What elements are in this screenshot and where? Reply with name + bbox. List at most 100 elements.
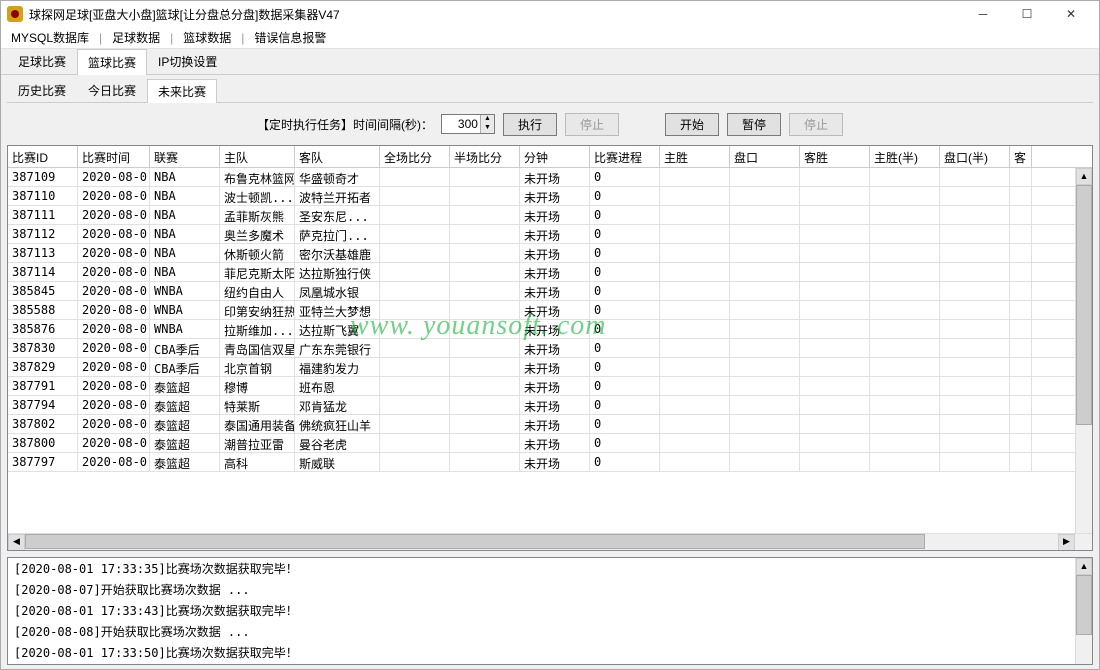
cell: 未开场 <box>520 206 590 224</box>
horizontal-scrollbar[interactable]: ◀ ▶ <box>8 533 1092 550</box>
execute-button[interactable]: 执行 <box>503 113 557 136</box>
cell: 孟菲斯灰熊 <box>220 206 295 224</box>
cell <box>380 339 450 357</box>
col-header[interactable]: 客队 <box>295 146 380 167</box>
cell <box>380 206 450 224</box>
log-scroll-thumb[interactable] <box>1076 575 1092 635</box>
cell <box>380 282 450 300</box>
table-row[interactable]: 3877912020-08-0...泰篮超穆博班布恩未开场0 <box>8 377 1092 396</box>
table-row[interactable]: 3871142020-08-0...NBA菲尼克斯太阳达拉斯独行侠未开场0 <box>8 263 1092 282</box>
cell <box>940 415 1010 433</box>
col-header[interactable]: 盘口(半) <box>940 146 1010 167</box>
cell <box>450 339 520 357</box>
col-header[interactable]: 比赛ID <box>8 146 78 167</box>
table-row[interactable]: 3855882020-08-0...WNBA印第安纳狂热亚特兰大梦想未开场0 <box>8 301 1092 320</box>
cell <box>1010 453 1032 471</box>
cell: 泰篮超 <box>150 415 220 433</box>
cell <box>450 396 520 414</box>
spin-up-icon[interactable]: ▲ <box>480 115 494 124</box>
menu-mysql[interactable]: MYSQL数据库 <box>5 27 95 48</box>
table-row[interactable]: 3878292020-08-0...CBA季后北京首钢福建豹发力未开场0 <box>8 358 1092 377</box>
subtab-history[interactable]: 历史比赛 <box>7 78 77 102</box>
cell: 未开场 <box>520 301 590 319</box>
col-header[interactable]: 客 <box>1010 146 1032 167</box>
tab-basketball[interactable]: 篮球比赛 <box>77 49 147 75</box>
table-row[interactable]: 3878302020-08-0...CBA季后青岛国信双星广东东莞银行未开场0 <box>8 339 1092 358</box>
cell <box>800 244 870 262</box>
table-row[interactable]: 3858762020-08-0...WNBA拉斯维加...达拉斯飞翼未开场0 <box>8 320 1092 339</box>
table-row[interactable]: 3878022020-08-0...泰篮超泰国通用装备佛统疯狂山羊未开场0 <box>8 415 1092 434</box>
cell: 0 <box>590 320 660 338</box>
cell <box>1010 187 1032 205</box>
table-row[interactable]: 3877942020-08-0...泰篮超特莱斯邓肯猛龙未开场0 <box>8 396 1092 415</box>
start-button[interactable]: 开始 <box>665 113 719 136</box>
col-header[interactable]: 盘口 <box>730 146 800 167</box>
col-header[interactable]: 分钟 <box>520 146 590 167</box>
cell <box>730 301 800 319</box>
menu-football[interactable]: 足球数据 <box>106 27 166 48</box>
scroll-left-icon[interactable]: ◀ <box>8 534 25 551</box>
interval-spinner[interactable]: ▲ ▼ <box>441 114 495 134</box>
col-header[interactable]: 联赛 <box>150 146 220 167</box>
col-header[interactable]: 客胜 <box>800 146 870 167</box>
cell: 2020-08-0... <box>78 244 150 262</box>
menu-basketball[interactable]: 篮球数据 <box>177 27 237 48</box>
cell: 未开场 <box>520 396 590 414</box>
cell: 2020-08-0... <box>78 282 150 300</box>
minimize-button[interactable]: ─ <box>961 1 1005 27</box>
cell: CBA季后 <box>150 358 220 376</box>
table-row[interactable]: 3858452020-08-0...WNBA纽约自由人凤凰城水银未开场0 <box>8 282 1092 301</box>
cell <box>800 396 870 414</box>
log-scroll-up-icon[interactable]: ▲ <box>1076 558 1092 575</box>
scroll-up-icon[interactable]: ▲ <box>1076 168 1092 185</box>
cell: 泰篮超 <box>150 453 220 471</box>
cell: 密尔沃基雄鹿 <box>295 244 380 262</box>
col-header[interactable]: 比赛进程 <box>590 146 660 167</box>
col-header[interactable]: 半场比分 <box>450 146 520 167</box>
cell: 休斯顿火箭 <box>220 244 295 262</box>
maximize-button[interactable]: ☐ <box>1005 1 1049 27</box>
tab-football[interactable]: 足球比赛 <box>7 48 77 74</box>
tab-ip-switch[interactable]: IP切换设置 <box>147 48 228 74</box>
cell <box>800 453 870 471</box>
log-scrollbar[interactable]: ▲ <box>1075 558 1092 664</box>
menu-error[interactable]: 错误信息报警 <box>248 27 332 48</box>
window-title: 球探网足球[亚盘大小盘]篮球[让分盘总分盘]数据采集器V47 <box>29 6 961 23</box>
table-row[interactable]: 3877972020-08-0...泰篮超高科斯威联未开场0 <box>8 453 1092 472</box>
table-row[interactable]: 3871132020-08-0...NBA休斯顿火箭密尔沃基雄鹿未开场0 <box>8 244 1092 263</box>
cell: 印第安纳狂热 <box>220 301 295 319</box>
table-row[interactable]: 3878002020-08-0...泰篮超潮普拉亚雷曼谷老虎未开场0 <box>8 434 1092 453</box>
cell: 青岛国信双星 <box>220 339 295 357</box>
log-line: [2020-08-01 17:33:43]比赛场次数据获取完毕！ <box>8 600 1092 621</box>
cell: 0 <box>590 415 660 433</box>
pause-button[interactable]: 暂停 <box>727 113 781 136</box>
cell: 385588 <box>8 301 78 319</box>
cell: 2020-08-0... <box>78 415 150 433</box>
close-button[interactable]: ✕ <box>1049 1 1093 27</box>
vertical-scrollbar[interactable]: ▲ <box>1075 168 1092 533</box>
cell <box>660 339 730 357</box>
hscroll-thumb[interactable] <box>25 534 925 549</box>
spin-down-icon[interactable]: ▼ <box>480 124 494 133</box>
col-header[interactable]: 主胜 <box>660 146 730 167</box>
col-header[interactable]: 全场比分 <box>380 146 450 167</box>
col-header[interactable]: 主队 <box>220 146 295 167</box>
subtab-today[interactable]: 今日比赛 <box>77 78 147 102</box>
interval-input[interactable] <box>442 117 480 131</box>
col-header[interactable]: 主胜(半) <box>870 146 940 167</box>
scroll-right-icon[interactable]: ▶ <box>1058 534 1075 551</box>
cell: 华盛顿奇才 <box>295 168 380 186</box>
cell: 0 <box>590 282 660 300</box>
scroll-thumb[interactable] <box>1076 185 1092 425</box>
cell: 凤凰城水银 <box>295 282 380 300</box>
stop2-button[interactable]: 停止 <box>789 113 843 136</box>
col-header[interactable]: 比赛时间 <box>78 146 150 167</box>
table-row[interactable]: 3871102020-08-0...NBA波士顿凯...波特兰开拓者未开场0 <box>8 187 1092 206</box>
cell <box>1010 168 1032 186</box>
subtab-future[interactable]: 未来比赛 <box>147 79 217 103</box>
cell: 385876 <box>8 320 78 338</box>
stop1-button[interactable]: 停止 <box>565 113 619 136</box>
table-row[interactable]: 3871092020-08-0...NBA布鲁克林篮网华盛顿奇才未开场0 <box>8 168 1092 187</box>
table-row[interactable]: 3871122020-08-0...NBA奥兰多魔术萨克拉门...未开场0 <box>8 225 1092 244</box>
table-row[interactable]: 3871112020-08-0...NBA孟菲斯灰熊圣安东尼...未开场0 <box>8 206 1092 225</box>
